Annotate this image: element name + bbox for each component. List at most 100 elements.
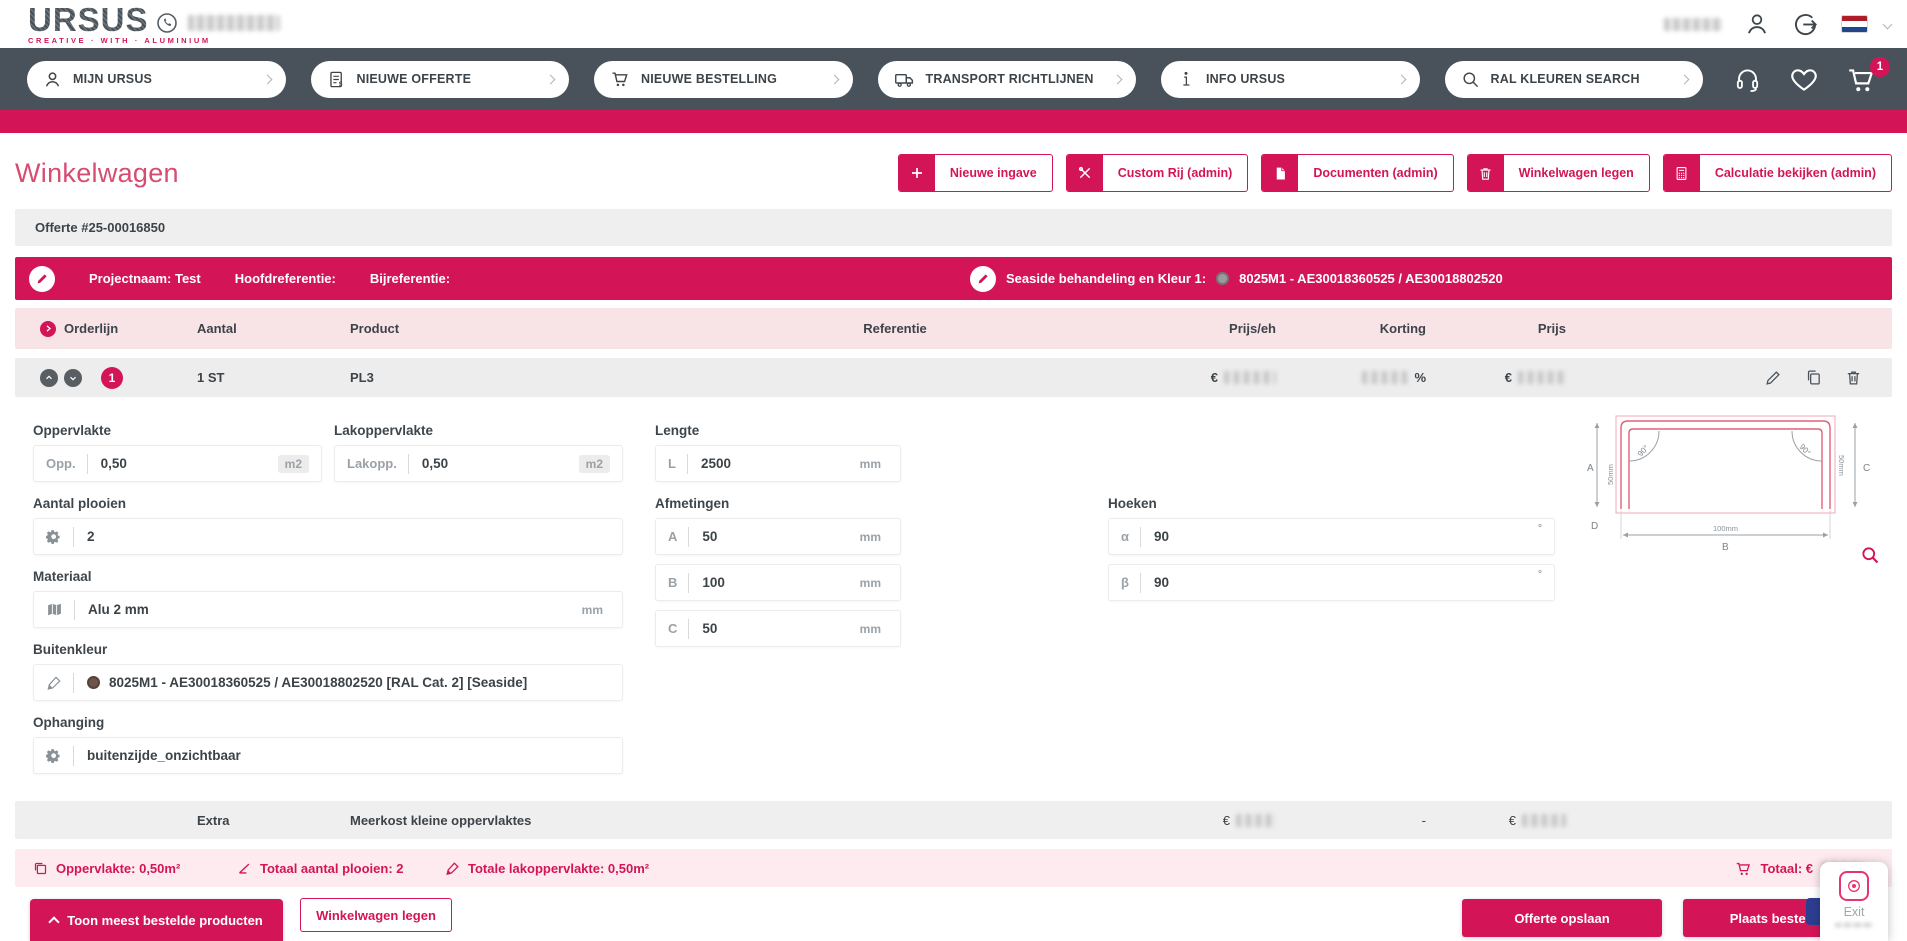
currency: € [1223,813,1230,828]
svg-text:100mm: 100mm [1713,524,1738,533]
chevron-right-icon [1680,74,1690,84]
materiaal-select[interactable]: Alu 2 mm mm [33,591,623,628]
plus-icon [899,154,935,192]
prijs-eh-blurred [1224,371,1276,384]
lengte-input[interactable]: L 2500 mm [655,445,901,482]
winkelwagen-legen-footer-button[interactable]: Winkelwagen legen [300,898,452,932]
oppervlakte-input[interactable]: Opp. 0,50 m2 [33,445,322,482]
oppervlakte-group: Oppervlakte Opp. 0,50 m2 [33,423,322,482]
nl-flag[interactable] [1841,15,1868,33]
toon-meest-bestelde-button[interactable]: Toon meest bestelde producten [30,899,283,941]
main-nav: MIJN URSUS $ NIEUWE OFFERTE NIEUWE BESTE… [0,48,1907,110]
ophanging-select[interactable]: buitenzijde_onzichtbaar [33,737,623,774]
hoek-alpha-input[interactable]: α 90 ° [1108,518,1555,555]
svg-text:B: B [1722,542,1729,553]
delete-row-button[interactable] [1845,369,1862,386]
svg-text:C: C [1863,463,1870,474]
document-icon: $ [327,70,346,89]
logout-icon[interactable] [1792,11,1819,38]
materiaal-label: Materiaal [33,569,623,585]
tools-icon [1067,154,1103,192]
nav-item-info-ursus[interactable]: INFO URSUS [1161,61,1420,98]
winkelwagen-legen-button[interactable]: Winkelwagen legen [1467,154,1650,192]
pencil-icon [36,272,49,285]
gear-icon [46,748,62,764]
nav-item-mijn-ursus[interactable]: MIJN URSUS [27,61,286,98]
duplicate-row-button[interactable] [1805,369,1822,386]
summary-oppervlakte: Oppervlakte: 0,50m² [56,861,180,876]
afmeting-a-input[interactable]: A 50 mm [655,518,901,555]
table-header: Orderlijn Aantal Product Referentie Prij… [15,308,1892,349]
fold-angle-icon [237,861,252,876]
cart-icon [1735,860,1752,877]
line-number-badge: 1 [101,367,123,389]
brush-icon [46,675,62,691]
svg-text:90°: 90° [1798,442,1813,457]
offerte-opslaan-button[interactable]: Offerte opslaan [1462,899,1662,937]
edit-row-button[interactable] [1765,369,1782,386]
nav-item-ral-kleuren-search[interactable]: RAL KLEUREN SEARCH [1445,61,1704,98]
move-row-down-button[interactable] [64,369,82,387]
col-aantal: Aantal [197,321,350,336]
headset-icon[interactable] [1733,65,1762,94]
page-title: Winkelwagen [15,158,179,189]
summary-plooien: Totaal aantal plooien: 2 [260,861,404,876]
documenten-admin-button[interactable]: Documenten (admin) [1261,154,1453,192]
lengte-label: Lengte [655,423,901,439]
gear-icon [46,529,62,545]
currency: € [1509,813,1516,828]
move-row-up-button[interactable] [40,369,58,387]
exit-label: Exit [1844,905,1865,919]
col-product: Product [350,321,630,336]
user-icon[interactable] [1744,11,1770,37]
lakoppervlakte-group: Lakoppervlakte Lakopp. 0,50 m2 [334,423,623,482]
order-row: 1 1 ST PL3 € % € [15,358,1892,397]
col-prijs-eh: Prijs/eh [1160,321,1300,336]
whatsapp-icon[interactable] [155,11,179,35]
summary-totaal: Totaal: € [1761,861,1814,876]
afmeting-b-input[interactable]: B 100 mm [655,564,901,601]
summary-lak: Totale lakoppervlakte: 0,50m² [468,861,649,876]
pencil-icon [977,272,990,285]
extra-row: Extra Meerkost kleine oppervlaktes € - € [15,801,1892,839]
chevron-right-icon [1113,74,1123,84]
info-icon [1177,70,1195,88]
col-korting: Korting [1300,321,1450,336]
heart-icon[interactable] [1789,64,1819,94]
nav-item-transport-richtlijnen[interactable]: TRANSPORT RICHTLIJNEN [878,61,1137,98]
top-header: URSUS CREATIVE · WITH · ALUMINIUM [0,0,1907,48]
logo-subtitle: CREATIVE · WITH · ALUMINIUM [28,36,211,45]
buitenkleur-swatch [87,676,100,689]
lakoppervlakte-label: Lakoppervlakte [334,423,623,439]
nieuwe-ingave-button[interactable]: Nieuwe ingave [898,154,1053,192]
nav-item-nieuwe-offerte[interactable]: $ NIEUWE OFFERTE [311,61,570,98]
projectnaam-label: Projectnaam: Test [89,271,201,286]
calculator-icon [1664,154,1700,192]
edit-project-button[interactable] [29,266,55,292]
col-referentie: Referentie [630,321,1160,336]
lakoppervlakte-input[interactable]: Lakopp. 0,50 m2 [334,445,623,482]
trash-icon [1468,154,1504,192]
buitenkleur-select[interactable]: 8025M1 - AE30018360525 / AE30018802520 [… [33,664,623,701]
truck-icon [894,69,915,90]
hoofdreferentie-label: Hoofdreferentie: [235,271,336,286]
calculatie-bekijken-admin-button[interactable]: Calculatie bekijken (admin) [1663,154,1892,192]
exit-overlay[interactable]: Exit [1820,862,1888,941]
afmeting-c-input[interactable]: C 50 mm [655,610,901,647]
hoek-beta-input[interactable]: β 90 ° [1108,564,1555,601]
cart-badge: 1 [1870,57,1890,77]
aantal-plooien-label: Aantal plooien [33,496,623,512]
accent-stripe [0,110,1907,133]
prijs-blurred [1518,371,1566,384]
cart-button[interactable]: 1 [1846,64,1877,95]
aantal-plooien-input[interactable]: 2 [33,518,623,555]
zoom-drawing-button[interactable] [1860,545,1880,565]
svg-text:90°: 90° [1636,443,1651,458]
nav-item-nieuwe-bestelling[interactable]: NIEUWE BESTELLING [594,61,853,98]
chevron-right-icon [546,74,556,84]
extra-description: Meerkost kleine oppervlaktes [350,813,1160,828]
user-icon [43,70,62,89]
custom-rij-admin-button[interactable]: Custom Rij (admin) [1066,154,1249,192]
edit-seaside-button[interactable] [970,266,996,292]
chevron-down-icon[interactable] [1883,19,1893,29]
